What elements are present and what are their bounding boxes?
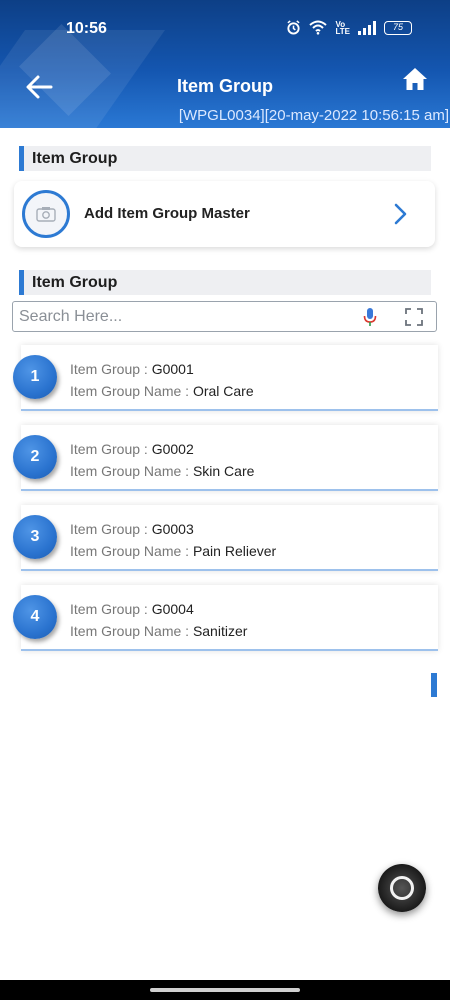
item-number-badge: 3 [13,515,57,559]
page-subtitle: [WPGL0034][20-may-2022 10:56:15 am] [178,107,449,124]
list-item[interactable]: 2 Item Group : G0002 Item Group Name : S… [13,425,438,491]
item-group-name-value: Oral Care [192,383,254,399]
section-header-list: Item Group [19,270,431,295]
app-header: 10:56 Vo LTE 75 Item Group [WPGL0034][20… [0,0,450,128]
volte-indicator: Vo LTE [335,19,350,36]
item-group-line: Item Group : G0003 [70,521,194,537]
search-bar [12,301,437,332]
status-bar: 10:56 Vo LTE 75 [0,0,450,60]
list-item[interactable]: 3 Item Group : G0003 Item Group Name : P… [13,505,438,571]
status-time: 10:56 [66,20,107,37]
item-group-name-value: Pain Reliever [192,543,277,559]
home-gesture-pill[interactable] [150,988,300,992]
floating-action-button[interactable] [378,864,426,912]
item-number-badge: 1 [13,355,57,399]
add-item-group-master-label: Add Item Group Master [84,205,250,222]
battery-icon: 75 [384,20,412,35]
item-group-name-key: Item Group Name : [70,463,193,479]
search-input[interactable] [19,306,349,328]
item-group-value: G0004 [151,601,194,617]
alarm-icon [287,20,301,35]
item-group-key: Item Group : [70,361,152,377]
item-group-name-value: Skin Care [192,463,255,479]
page-title: Item Group [176,76,273,96]
battery-level: 75 [392,21,403,32]
chevron-right-icon[interactable] [393,203,409,225]
item-group-name-key: Item Group Name : [70,383,193,399]
camera-icon-circle [22,190,70,238]
scan-icon[interactable] [405,308,423,326]
item-group-key: Item Group : [70,521,152,537]
item-group-line: Item Group : G0004 [70,601,194,617]
item-group-name-key: Item Group Name : [70,543,193,559]
item-group-name-line: Item Group Name : Oral Care [70,383,254,399]
section-header-master: Item Group [19,146,431,171]
item-group-key: Item Group : [70,441,152,457]
item-group-name-line: Item Group Name : Skin Care [70,463,254,479]
item-number-badge: 2 [13,435,57,479]
item-group-line: Item Group : G0001 [70,361,194,377]
home-icon[interactable] [402,66,428,92]
list-item[interactable]: 4 Item Group : G0004 Item Group Name : S… [13,585,438,651]
wifi-icon [309,20,328,35]
status-icons: Vo LTE 75 [286,20,412,35]
system-navigation-bar [0,980,450,1000]
item-group-name-line: Item Group Name : Sanitizer [70,623,247,639]
list-item[interactable]: 1 Item Group : G0001 Item Group Name : O… [13,345,438,411]
item-group-name-line: Item Group Name : Pain Reliever [70,543,276,559]
item-number-badge: 4 [13,595,57,639]
item-group-name-value: Sanitizer [192,623,248,639]
microphone-icon[interactable] [363,307,377,327]
signal-icon [358,20,376,35]
item-group-name-key: Item Group Name : [70,623,193,639]
item-group-value: G0003 [151,521,194,537]
add-item-group-master-card[interactable]: Add Item Group Master [14,181,435,247]
camera-icon [36,207,56,222]
item-group-value: G0002 [151,441,194,457]
item-group-line: Item Group : G0002 [70,441,194,457]
item-group-key: Item Group : [70,601,152,617]
scroll-indicator [431,673,437,697]
item-group-value: G0001 [151,361,194,377]
